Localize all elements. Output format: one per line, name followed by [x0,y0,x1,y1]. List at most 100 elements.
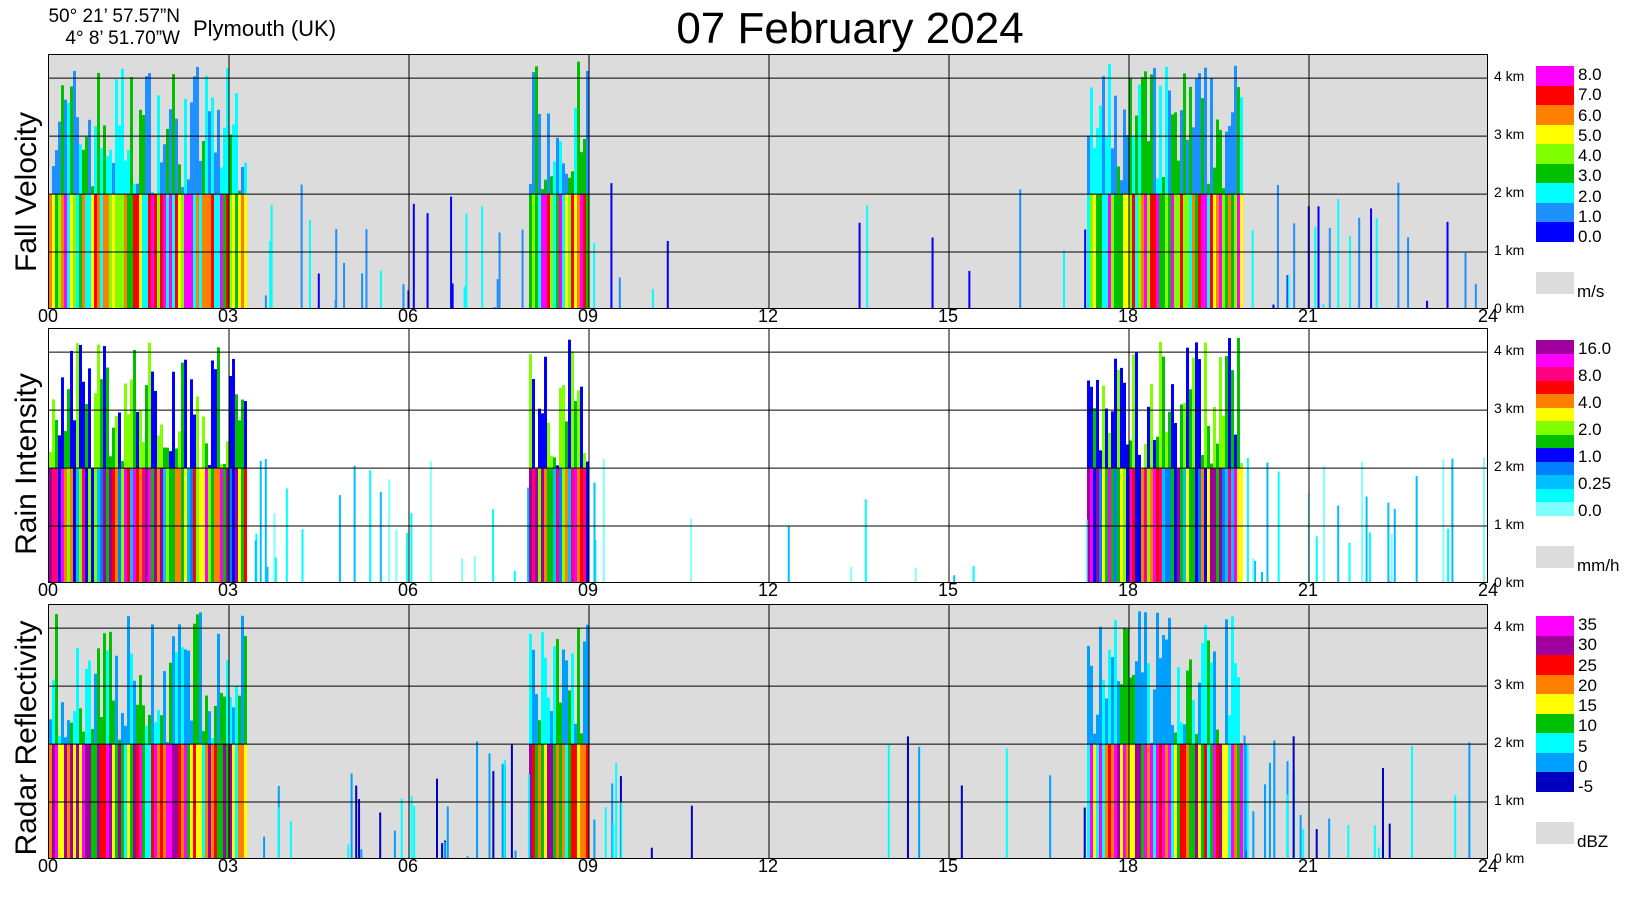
colorbar-swatch [1536,448,1574,463]
precip-cell [220,464,223,469]
precip-cell [1234,663,1237,745]
precip-cell [441,843,444,858]
precip-cell [465,213,468,308]
precip-cell [1105,408,1108,469]
precip-cell [1096,128,1099,195]
precip-cell [202,140,205,195]
colorbar-label: 15 [1578,696,1597,715]
precip-cell [887,744,890,858]
colorbar-swatch [1536,353,1574,368]
precip-cell [318,858,320,859]
precip-cell [1168,617,1171,745]
heatmap-svg [49,55,1487,308]
precip-cell [1254,560,1257,582]
precip-cell [112,427,115,469]
precip-cell [1099,105,1102,195]
precip-cell [410,512,413,582]
precip-cell [1005,748,1008,858]
precip-cell [574,723,577,745]
precip-cell [496,279,499,308]
precip-cell [61,377,64,469]
precip-cell [67,389,70,469]
precip-cell [343,262,346,308]
precip-cell [355,785,358,858]
precip-cell [1162,177,1165,195]
precip-cell [1328,227,1331,308]
colorbar-label: 8.0 [1578,65,1602,84]
precip-cell [1266,462,1269,582]
colorbar-swatch [1536,616,1574,637]
precip-cell [1323,466,1326,582]
precip-cell [82,381,85,469]
colorbar-label: 8.0 [1578,366,1602,385]
precip-cell [1165,432,1168,469]
precip-cell [620,801,623,858]
colorbar-swatch [1536,752,1574,773]
precip-cell [1195,733,1198,745]
x-tick-label: 15 [937,306,959,326]
precip-cell [1464,252,1467,308]
colorbar-swatch [1536,772,1574,793]
precip-cell [1087,135,1090,195]
precip-cell [1111,148,1114,195]
precip-cell [1162,356,1165,469]
colorbar-label: 30 [1578,635,1597,655]
precip-cell [1177,667,1180,745]
precip-cell [556,137,559,195]
precip-cell [317,273,320,308]
height-tick-label: 4 km [1494,342,1525,359]
precip-cell [615,762,618,858]
x-tick-label: 09 [577,306,599,326]
precip-cell [544,179,547,195]
precip-cell [1062,250,1065,308]
precip-cell [70,722,73,745]
precip-cell [1210,463,1213,469]
colorbar-label: 0 [1578,756,1588,776]
precip-cell [112,163,115,195]
precip-cell [1123,382,1126,469]
precip-cell [1228,338,1231,469]
precip-cell [488,753,491,858]
precip-cell [410,796,413,858]
precip-cell [538,720,541,745]
fall-velocity-plot [48,54,1488,309]
precip-cell [160,424,163,469]
colorbar-swatch [1536,502,1574,517]
panel-label-radar-reflectivity: Radar Reflectivity [10,620,43,856]
precip-cell [1231,616,1234,745]
precip-cell [1183,724,1186,745]
precip-cell [181,647,184,745]
precip-cell [1183,402,1186,469]
precip-cell [94,673,97,745]
precip-cell [1114,95,1117,195]
precip-cell [1225,356,1228,469]
precip-cell [666,240,669,308]
precip-cell [64,737,67,745]
precip-cell [604,807,607,858]
precip-cell [154,722,157,745]
precip-cell [1225,619,1228,745]
precip-cell [1102,76,1105,195]
precip-cell [1156,612,1159,745]
precip-cell [550,176,553,195]
precip-cell [130,379,133,469]
precip-cell [1171,725,1174,745]
x-tick-label: 00 [37,580,59,600]
precip-cell [124,160,127,195]
precip-cell [244,400,247,469]
precip-cell [1231,370,1234,469]
precip-cell [521,229,524,308]
precip-cell [1150,384,1153,469]
precip-cell [85,136,88,195]
heatmap-svg [49,605,1487,859]
precip-cell [1454,795,1457,858]
precip-cell [151,371,154,469]
precip-cell [106,650,109,745]
colorbar-label: 35 [1578,615,1597,634]
precip-cell [1183,73,1186,195]
precip-cell [133,680,136,745]
precip-cell [127,414,130,469]
precip-cell [214,152,217,195]
precip-cell [1120,367,1123,469]
precip-cell [1165,66,1168,195]
